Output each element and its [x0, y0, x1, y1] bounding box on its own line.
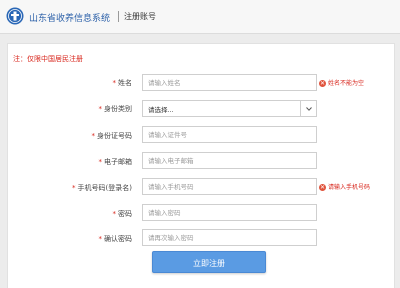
phone-input[interactable] [142, 178, 317, 195]
required-mark: * [112, 79, 117, 87]
confirm-password-label-text: 确认密码 [104, 235, 132, 243]
required-mark: * [98, 235, 103, 243]
id-type-label-text: 身份类别 [104, 105, 132, 113]
phone-error-text: 请输入手机号码 [328, 184, 371, 191]
id-number-label-text: 身份证号码 [97, 132, 132, 140]
phone-label-text: 手机号码(登录名) [77, 184, 132, 192]
required-mark: * [91, 132, 96, 140]
residency-notice: 注：仅限中国居民注册 [13, 55, 83, 63]
email-label-text: 电子邮箱 [104, 158, 132, 166]
phone-label: * 手机号码(登录名) [12, 183, 132, 193]
email-input[interactable] [142, 152, 317, 169]
password-label-text: 密码 [118, 210, 132, 218]
required-mark: * [98, 158, 103, 166]
phone-error: ✕ 请输入手机号码 [319, 182, 370, 191]
id-type-label: * 身份类别 [12, 104, 133, 114]
page-title: 注册账号 [124, 12, 156, 21]
password-input[interactable] [142, 204, 317, 221]
name-input[interactable] [142, 74, 317, 91]
confirm-password-label: * 确认密码 [12, 234, 133, 244]
id-number-label: * 身份证号码 [12, 131, 133, 141]
email-label: * 电子邮箱 [12, 157, 133, 167]
name-label-text: 姓名 [118, 79, 132, 87]
name-error-text: 姓名不能为空 [328, 80, 365, 87]
id-number-input[interactable] [142, 126, 317, 143]
id-type-select[interactable]: 请选择... [142, 100, 317, 117]
app-header: 山东省收养信息系统 注册账号 [0, 0, 400, 34]
error-x-icon: ✕ [319, 184, 326, 191]
required-mark: * [98, 105, 103, 113]
password-label: * 密码 [12, 209, 133, 219]
select-divider [300, 101, 301, 116]
confirm-password-input[interactable] [142, 229, 317, 246]
name-label: * 姓名 [12, 78, 133, 88]
id-type-selected-value: 请选择... [148, 106, 174, 114]
name-error: ✕ 姓名不能为空 [319, 78, 364, 87]
required-mark: * [112, 210, 117, 218]
register-button[interactable]: 立即注册 [152, 251, 266, 273]
header-divider [118, 11, 119, 22]
error-x-icon: ✕ [319, 80, 326, 87]
seal-logo-icon [6, 7, 24, 25]
app-title: 山东省收养信息系统 [29, 14, 111, 24]
required-mark: * [72, 184, 76, 192]
chevron-down-icon[interactable] [305, 105, 313, 113]
